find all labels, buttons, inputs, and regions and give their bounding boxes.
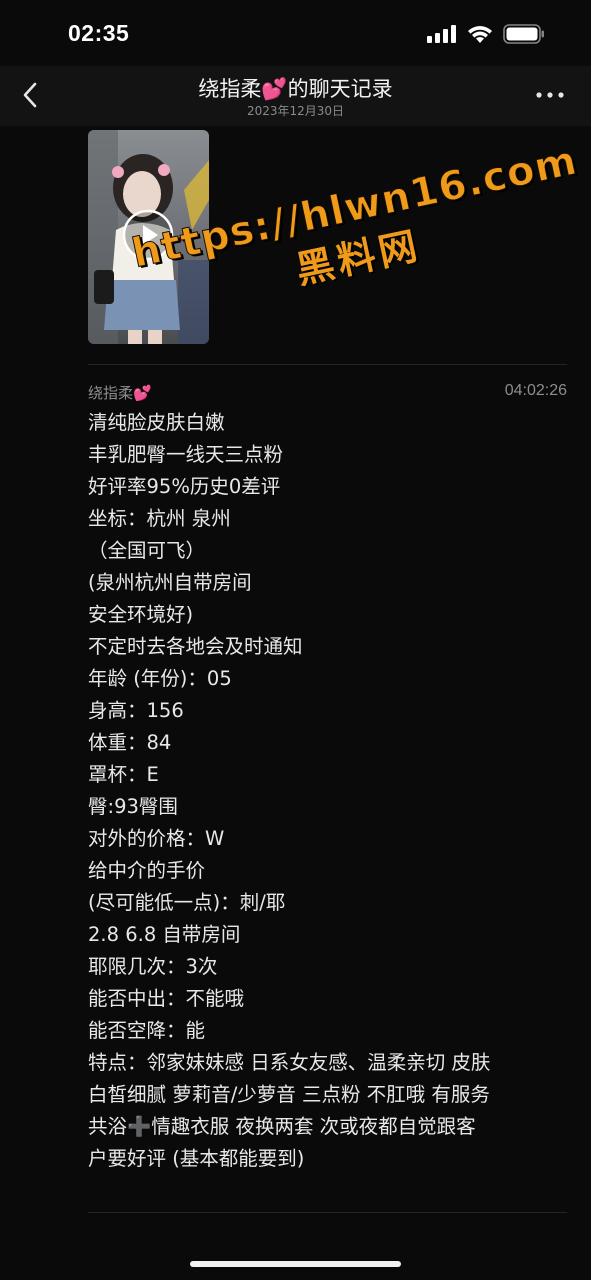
message-time: 04:02:26	[504, 382, 567, 399]
message-line: 给中介的手价	[88, 859, 206, 882]
message-line: （全国可飞）	[88, 539, 206, 562]
message-divider	[88, 364, 567, 365]
status-icons	[427, 24, 545, 44]
sender-name: 绕指柔💕	[88, 384, 152, 402]
message-line: 白皙细腻 萝莉音/少萝音 三点粉 不肛哦 有服务	[88, 1083, 490, 1106]
message-line: (尽可能低一点)：刺/耶	[88, 891, 286, 914]
message-line: 能否空降：能	[88, 1019, 206, 1042]
message-line: 清纯脸皮肤白嫩	[88, 411, 225, 434]
page-title: 绕指柔💕的聊天记录	[198, 77, 393, 101]
message-divider	[88, 1212, 567, 1213]
status-bar: 02:35	[0, 0, 591, 70]
play-icon	[122, 209, 174, 261]
message-line: 耶限几次：3次	[88, 955, 218, 978]
message-line: 年龄 (年份)：05	[88, 667, 232, 690]
message-line: 能否中出：不能哦	[88, 987, 245, 1010]
message-text[interactable]: 清纯脸皮肤白嫩 丰乳肥臀一线天三点粉 好评率95%历史0差评 坐标：杭州 泉州 …	[88, 407, 570, 1175]
message-line: 好评率95%历史0差评	[88, 475, 281, 498]
message-line: 臀:93臀围	[88, 795, 178, 818]
home-indicator[interactable]	[190, 1261, 401, 1267]
more-button[interactable]	[533, 82, 567, 108]
play-button[interactable]	[122, 209, 174, 261]
chat-date: 2023年12月30日	[246, 104, 345, 118]
message-line: 2.8 6.8 自带房间	[88, 923, 241, 946]
message-line: 身高：156	[88, 699, 184, 722]
message-line: 体重：84	[88, 731, 172, 754]
battery-icon	[503, 24, 544, 44]
message-header: 绕指柔💕 04:02:26	[88, 382, 567, 404]
message-line: 坐标：杭州 泉州	[88, 507, 231, 530]
message-line: 罩杯：E	[88, 763, 159, 786]
message-line: 共浴➕情趣衣服 夜换两套 次或夜都自觉跟客	[88, 1115, 476, 1138]
message-line: 特点：邻家妹妹感 日系女友感、温柔亲切 皮肤	[88, 1051, 491, 1074]
video-message-thumbnail[interactable]	[88, 130, 209, 344]
message-line: (泉州杭州自带房间	[88, 571, 252, 594]
cellular-signal-icon	[427, 25, 456, 43]
message-line: 不定时去各地会及时通知	[88, 635, 303, 658]
wifi-icon	[468, 25, 492, 43]
message-line: 丰乳肥臀一线天三点粉	[88, 443, 284, 466]
status-time: 02:35	[68, 20, 130, 46]
message-line: 户要好评 (基本都能要到)	[88, 1147, 305, 1170]
ellipsis-icon	[536, 92, 564, 98]
message-line: 安全环境好)	[88, 603, 194, 626]
chat-history-header: 绕指柔💕的聊天记录 2023年12月30日	[0, 66, 591, 126]
message-line: 对外的价格：W	[88, 827, 225, 850]
